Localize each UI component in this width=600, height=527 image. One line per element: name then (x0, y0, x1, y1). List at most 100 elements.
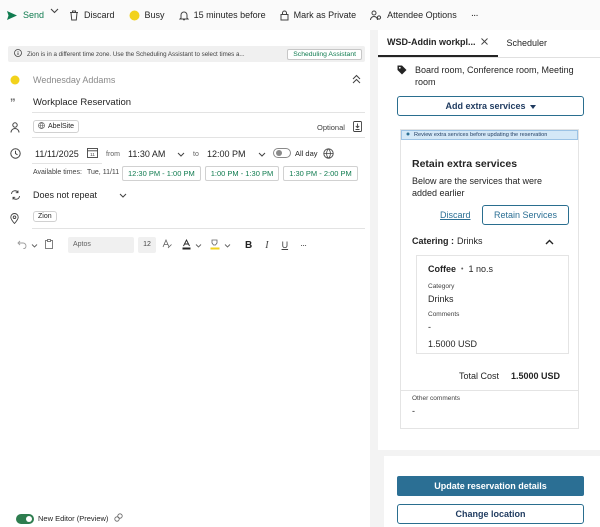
tab-scheduler[interactable]: Scheduler (498, 29, 558, 57)
attendee-chip[interactable]: AbelSite (33, 120, 80, 133)
clipboard-icon[interactable] (45, 239, 53, 251)
undo-icon[interactable] (17, 240, 27, 251)
tag-icon (397, 65, 407, 77)
person-icon (10, 122, 20, 133)
chevron-down-icon[interactable] (31, 240, 38, 250)
retain-services-card: Review extra services before updating th… (400, 129, 579, 429)
comments-value: - (428, 322, 431, 332)
other-comments-value: - (412, 406, 415, 416)
to-label: to (193, 151, 199, 158)
bell-icon (178, 10, 189, 21)
category-label: Category (428, 283, 455, 290)
total-cost-value: 1.5000 USD (511, 371, 561, 381)
clock-icon (10, 148, 21, 159)
font-size-dropdown[interactable]: 12 (138, 237, 156, 253)
link-settings-icon[interactable] (114, 513, 124, 524)
reminder-button[interactable]: 15 minutes before (178, 4, 266, 26)
available-slots: 12:30 PM - 1:00 PM 1:00 PM - 1:30 PM 1:3… (122, 166, 362, 181)
italic-icon[interactable]: I (265, 240, 268, 251)
title-underline (32, 112, 365, 113)
all-day-switch (273, 148, 291, 158)
more-options-button[interactable]: ··· (471, 4, 479, 26)
calendar-color-icon (10, 75, 20, 85)
optional-attendees-link[interactable]: Optional (317, 123, 345, 132)
close-icon[interactable] (480, 37, 488, 47)
more-formatting-button[interactable]: ··· (300, 240, 307, 250)
service-item-header: Coffee • 1 no.s (428, 264, 493, 274)
start-time-dropdown[interactable]: 11:30 AM (128, 149, 185, 159)
discard-link[interactable]: Discard (440, 210, 471, 220)
chevron-up-double-icon[interactable] (352, 74, 361, 86)
attendee-underline (32, 137, 365, 138)
scheduling-assistant-button[interactable]: Scheduling Assistant (287, 48, 362, 60)
bold-icon[interactable]: B (245, 240, 252, 251)
location-pin-icon (10, 213, 19, 224)
lock-icon (280, 10, 289, 21)
room-list: Board room, Conference room, Meeting roo… (415, 65, 574, 87)
underline-icon[interactable]: U (282, 240, 289, 250)
show-as-busy-button[interactable]: Busy (129, 4, 165, 26)
time-slot-button[interactable]: 12:30 PM - 1:00 PM (122, 166, 201, 181)
organizer-calendar[interactable]: Wednesday Addams (33, 75, 115, 85)
busy-status-icon (129, 10, 140, 21)
send-icon (6, 10, 18, 21)
new-editor-toggle[interactable]: New Editor (Preview) (16, 513, 124, 524)
start-date-field[interactable]: 11/11/2025 (35, 149, 79, 159)
chevron-down-icon (177, 149, 185, 159)
timezone-globe-icon[interactable] (323, 148, 334, 161)
font-name-dropdown[interactable]: Aptos (68, 237, 134, 253)
service-item-card: Coffee • 1 no.s Category Drinks Comments… (416, 255, 569, 354)
location-underline (32, 228, 365, 229)
retain-title: Retain extra services (412, 158, 518, 170)
time-slot-button[interactable]: 1:30 PM - 2:00 PM (283, 166, 358, 181)
chevron-up-icon[interactable] (545, 237, 554, 247)
date-underline (32, 163, 102, 164)
mark-private-button[interactable]: Mark as Private (280, 4, 356, 26)
retain-services-button[interactable]: Retain Services (482, 205, 569, 225)
retain-description: Below are the services that were added e… (412, 176, 543, 198)
trash-icon (69, 10, 79, 21)
divider (401, 390, 578, 391)
chevron-down-icon (258, 149, 266, 159)
chevron-down-icon (119, 190, 127, 200)
addin-tabs: WSD-Addin workpl... Scheduler (378, 30, 600, 58)
discard-button[interactable]: Discard (69, 4, 115, 26)
send-button[interactable]: Send (6, 4, 44, 26)
event-form: Zion is in a different time zone. Use th… (0, 30, 370, 527)
category-value: Drinks (428, 294, 454, 304)
catering-header[interactable]: Catering : Drinks (412, 236, 483, 246)
formatting-toolbar: Aptos 12 B I U ··· (17, 237, 307, 253)
chevron-down-icon[interactable] (224, 240, 231, 250)
svg-text:11: 11 (90, 152, 95, 157)
comments-label: Comments (428, 311, 460, 318)
end-time-dropdown[interactable]: 12:00 PM (207, 149, 266, 159)
highlighter-icon[interactable] (210, 239, 220, 252)
attendee-options-button[interactable]: Attendee Options (370, 4, 457, 26)
font-color-icon[interactable] (182, 238, 191, 252)
info-dot-icon (406, 132, 410, 138)
from-label: from (106, 151, 120, 158)
change-location-button[interactable]: Change location (397, 504, 584, 524)
available-times-label: Available times: (33, 169, 82, 176)
event-title-input[interactable]: Workplace Reservation (33, 97, 131, 108)
timezone-info-text: Zion is in a different time zone. Use th… (27, 50, 245, 58)
quote-icon: ” (10, 97, 16, 109)
add-extra-services-button[interactable]: Add extra services (397, 96, 584, 116)
info-icon (14, 49, 22, 59)
calendar-picker-icon[interactable]: 11 (87, 147, 98, 160)
update-reservation-button[interactable]: Update reservation details (397, 476, 584, 496)
caret-down-icon (529, 101, 536, 111)
review-notice-banner: Review extra services before updating th… (401, 130, 578, 140)
response-options-icon[interactable] (353, 121, 362, 134)
chevron-down-icon[interactable] (195, 240, 202, 250)
repeat-dropdown[interactable]: Does not repeat (33, 190, 127, 200)
new-editor-switch (16, 513, 34, 524)
time-slot-button[interactable]: 1:00 PM - 1:30 PM (204, 166, 280, 181)
all-day-toggle[interactable]: All day (273, 148, 318, 158)
total-cost-label: Total Cost (459, 371, 500, 381)
tab-wsd-addin[interactable]: WSD-Addin workpl... (378, 29, 498, 57)
location-chip[interactable]: Zion (33, 211, 57, 222)
format-painter-icon[interactable] (162, 238, 172, 251)
repeat-icon (10, 190, 21, 200)
chevron-down-icon[interactable] (50, 6, 59, 16)
